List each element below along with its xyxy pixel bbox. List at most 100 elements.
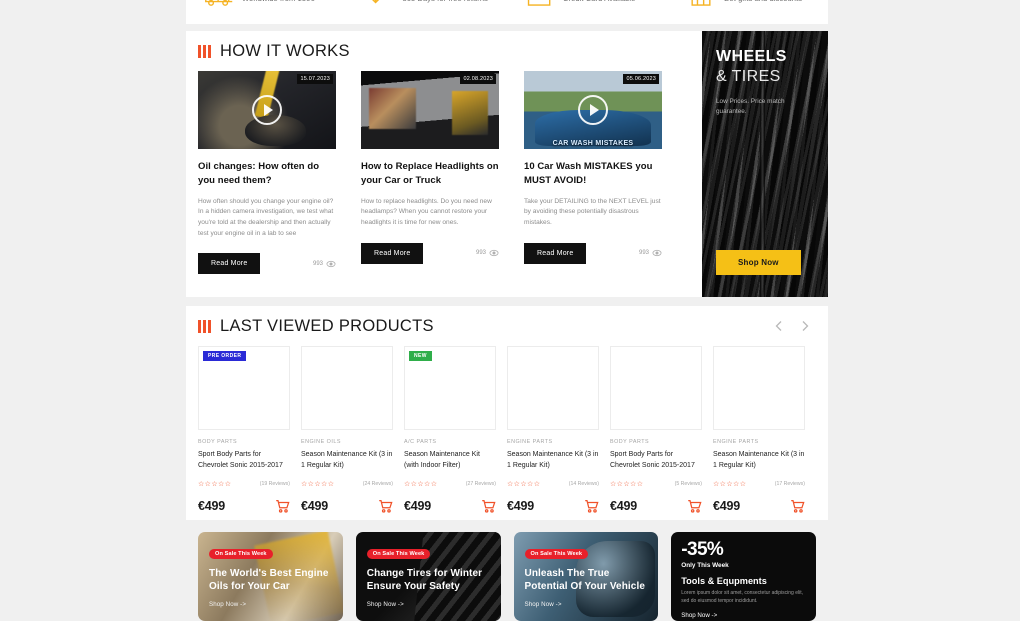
credit-card-icon bbox=[525, 0, 555, 11]
play-icon[interactable] bbox=[578, 95, 608, 125]
discount-heading: Tools & Equpments bbox=[681, 576, 767, 586]
promo-banner-winter-tires[interactable]: On Sale This Week Change Tires for Winte… bbox=[355, 532, 501, 621]
banner-title-line2: & TIRES bbox=[716, 68, 781, 85]
product-name[interactable]: Season Maintenance Kit (3 in 1 Regular K… bbox=[713, 450, 805, 472]
shop-now-link[interactable]: Shop Now -> bbox=[525, 601, 648, 608]
product-name[interactable]: Sport Body Parts for Chevrolet Sonic 201… bbox=[198, 450, 290, 472]
article-description: How often should you change your engine … bbox=[198, 197, 334, 237]
product-card[interactable]: ENGINE PARTS Season Maintenance Kit (3 i… bbox=[713, 346, 805, 514]
product-card[interactable]: NEW A/C PARTS Season Maintenance Kit (wi… bbox=[404, 346, 496, 514]
product-image[interactable]: NEW bbox=[404, 346, 496, 430]
article-footer: Read More 993 bbox=[198, 253, 336, 275]
article-description: How to replace headlights. Do you need n… bbox=[361, 197, 492, 226]
promo-content: On Sale This Week Unleash The True Poten… bbox=[514, 532, 659, 618]
promo-title: Change Tires for Winter Ensure Your Safe… bbox=[366, 568, 483, 593]
product-image[interactable] bbox=[301, 346, 393, 430]
section-title: LAST VIEWED PRODUCTS bbox=[220, 316, 434, 335]
product-category: BODY PARTS bbox=[610, 439, 650, 445]
product-category: ENGINE PARTS bbox=[507, 439, 553, 445]
feature-item-shipping: Worldwide from 150€ bbox=[186, 0, 347, 11]
section-bars-icon bbox=[198, 44, 211, 58]
product-card[interactable]: BODY PARTS Sport Body Parts for Chevrole… bbox=[610, 346, 702, 514]
product-row: PRE ORDER BODY PARTS Sport Body Parts fo… bbox=[186, 346, 828, 514]
add-to-cart-icon[interactable] bbox=[789, 498, 805, 514]
product-name[interactable]: Season Maintenance Kit (3 in 1 Regular K… bbox=[301, 450, 393, 472]
shop-now-link[interactable]: Shop Now -> bbox=[681, 612, 806, 619]
add-to-cart-icon[interactable] bbox=[377, 498, 393, 514]
eye-icon bbox=[489, 248, 499, 258]
promo-content: On Sale This Week The World's Best Engin… bbox=[198, 532, 343, 618]
next-arrow-icon[interactable] bbox=[796, 317, 814, 335]
product-category: ENGINE OILS bbox=[301, 439, 341, 445]
prev-arrow-icon[interactable] bbox=[770, 317, 788, 335]
wheels-tires-banner[interactable]: WHEELS & TIRES Low Prices. Price match g… bbox=[702, 31, 828, 297]
star-rating-icon: ☆☆☆☆☆ bbox=[198, 480, 232, 488]
add-to-cart-icon[interactable] bbox=[274, 498, 290, 514]
review-count: (17 Reviews) bbox=[774, 480, 805, 487]
article-card[interactable]: 15.07.2023 Oil changes: How often do you… bbox=[198, 71, 336, 275]
product-artwork bbox=[618, 357, 694, 419]
eye-icon bbox=[652, 248, 662, 258]
article-thumbnail[interactable]: 15.07.2023 bbox=[198, 71, 336, 149]
promo-banner-row: On Sale This Week The World's Best Engin… bbox=[198, 532, 816, 621]
article-thumbnail[interactable]: 02.08.2023 bbox=[361, 71, 499, 149]
product-card[interactable]: ENGINE PARTS Season Maintenance Kit (3 i… bbox=[507, 346, 599, 514]
sale-badge: On Sale This Week bbox=[366, 549, 431, 559]
product-rating: ☆☆☆☆☆ (5 Reviews) bbox=[610, 480, 702, 488]
review-count: (5 Reviews) bbox=[674, 480, 702, 487]
product-image[interactable] bbox=[713, 346, 805, 430]
status-badge: PRE ORDER bbox=[203, 351, 247, 361]
shop-now-button[interactable]: Shop Now bbox=[716, 250, 801, 275]
play-icon[interactable] bbox=[252, 95, 282, 125]
product-name[interactable]: Season Maintenance Kit (with Indoor Filt… bbox=[404, 450, 496, 472]
page-title: HOW IT WORKS bbox=[220, 41, 350, 60]
product-image[interactable]: PRE ORDER bbox=[198, 346, 290, 430]
read-more-button[interactable]: Read More bbox=[361, 242, 424, 264]
page-root: Worldwide from 150€ 365 Days for free re… bbox=[0, 0, 1020, 621]
review-count: (19 Reviews) bbox=[259, 480, 290, 487]
views-count: 993 bbox=[312, 260, 323, 267]
read-more-button[interactable]: Read More bbox=[198, 253, 261, 275]
promo-content: On Sale This Week Change Tires for Winte… bbox=[356, 532, 501, 618]
discount-value: -35% bbox=[681, 539, 724, 560]
article-card[interactable]: 05.06.2023 CAR WASH MISTAKES 10 Car Wash… bbox=[524, 71, 662, 274]
product-price: €499 bbox=[301, 498, 329, 513]
product-name[interactable]: Sport Body Parts for Chevrolet Sonic 201… bbox=[610, 450, 702, 472]
article-date: 05.06.2023 bbox=[623, 74, 659, 84]
article-footer: Read More 993 bbox=[361, 242, 499, 264]
promo-banner-discount[interactable]: -35% Only This Week Tools & Equpments Lo… bbox=[671, 532, 816, 621]
product-image[interactable] bbox=[507, 346, 599, 430]
article-card[interactable]: 02.08.2023 How to Replace Headlights on … bbox=[361, 71, 499, 274]
review-count: (14 Reviews) bbox=[568, 480, 599, 487]
product-image[interactable] bbox=[610, 346, 702, 430]
product-artwork bbox=[206, 357, 282, 419]
article-thumbnail[interactable]: 05.06.2023 CAR WASH MISTAKES bbox=[524, 71, 662, 149]
article-footer: Read More 993 bbox=[524, 242, 662, 264]
return-arrow-icon bbox=[365, 0, 395, 11]
promo-title: The World's Best Engine Oils for Your Ca… bbox=[209, 568, 329, 593]
product-artwork bbox=[412, 357, 488, 419]
product-card[interactable]: PRE ORDER BODY PARTS Sport Body Parts fo… bbox=[198, 346, 290, 514]
shop-now-link[interactable]: Shop Now -> bbox=[367, 601, 490, 608]
add-to-cart-icon[interactable] bbox=[480, 498, 496, 514]
product-category: ENGINE PARTS bbox=[713, 439, 759, 445]
promo-banner-engine-oils[interactable]: On Sale This Week The World's Best Engin… bbox=[198, 532, 343, 621]
feature-item-credit-card: Credit Card Available bbox=[507, 0, 668, 11]
promo-banner-vehicle-potential[interactable]: On Sale This Week Unleash The True Poten… bbox=[513, 532, 659, 621]
product-card[interactable]: ENGINE OILS Season Maintenance Kit (3 in… bbox=[301, 346, 393, 514]
last-viewed-products-panel: LAST VIEWED PRODUCTS PRE ORDER BODY PART… bbox=[186, 306, 828, 520]
star-rating-icon: ☆☆☆☆☆ bbox=[610, 480, 644, 488]
product-name[interactable]: Season Maintenance Kit (3 in 1 Regular K… bbox=[507, 450, 599, 472]
product-price-row: €499 bbox=[301, 498, 393, 514]
add-to-cart-icon[interactable] bbox=[686, 498, 702, 514]
read-more-button[interactable]: Read More bbox=[524, 242, 587, 264]
article-views: 993 bbox=[313, 259, 336, 269]
product-price: €499 bbox=[610, 498, 638, 513]
add-to-cart-icon[interactable] bbox=[583, 498, 599, 514]
product-price-row: €499 bbox=[713, 498, 805, 514]
product-price-row: €499 bbox=[404, 498, 496, 514]
shop-now-link[interactable]: Shop Now -> bbox=[209, 601, 332, 608]
article-description: Take your DETAILING to the NEXT LEVEL ju… bbox=[524, 197, 661, 226]
article-date: 02.08.2023 bbox=[460, 74, 496, 84]
product-category: BODY PARTS bbox=[198, 439, 238, 445]
